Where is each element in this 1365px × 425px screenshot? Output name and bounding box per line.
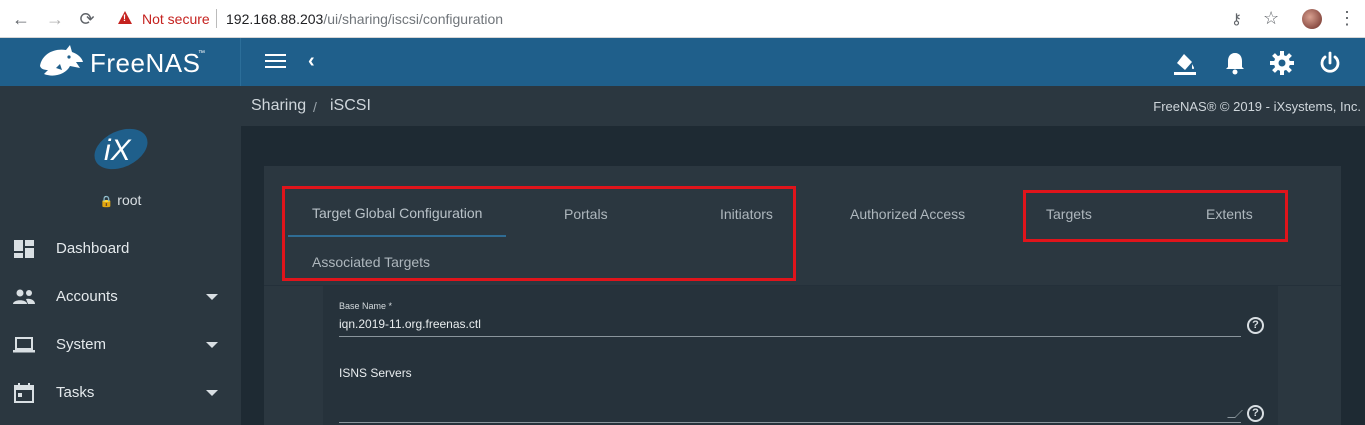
security-label[interactable]: Not secure (142, 11, 210, 27)
browser-toolbar: ← → ⟳ Not secure 192.168.88.203/ui/shari… (0, 0, 1365, 38)
power-icon[interactable] (1317, 50, 1343, 76)
isns-servers-textarea[interactable] (339, 422, 1241, 423)
address-bar[interactable]: 192.168.88.203/ui/sharing/iscsi/configur… (226, 11, 503, 27)
breadcrumb-separator: / (313, 99, 317, 115)
sidebar-item-label: Dashboard (56, 240, 130, 257)
help-icon[interactable]: ? (1247, 317, 1264, 334)
url-path: /ui/sharing/iscsi/configuration (323, 11, 504, 27)
profile-avatar[interactable] (1302, 9, 1322, 29)
sidebar: iX 🔒 root Dashboard Accounts System Task… (0, 86, 241, 425)
help-icon[interactable]: ? (1247, 405, 1264, 422)
url-separator (216, 9, 217, 28)
url-host: 192.168.88.203 (226, 11, 324, 27)
copyright-text: FreeNAS® © 2019 - iXsystems, Inc. (1153, 99, 1361, 114)
resize-handle[interactable] (1227, 410, 1243, 418)
laptop-icon (13, 337, 35, 353)
sidebar-item-accounts[interactable]: Accounts (0, 273, 241, 321)
back-arrow-icon[interactable]: ← (10, 8, 32, 30)
user-label[interactable]: 🔒 root (0, 192, 241, 208)
bell-icon[interactable] (1222, 50, 1248, 76)
sidebar-item-label: Tasks (56, 384, 95, 401)
caret-down-icon (206, 294, 218, 300)
shark-logo-icon (40, 45, 83, 76)
caret-down-icon (206, 390, 218, 396)
ixsystems-logo-icon: iX (94, 128, 148, 170)
calendar-icon (14, 383, 34, 403)
sidebar-item-label: Accounts (56, 288, 118, 305)
forward-arrow-icon[interactable]: → (44, 8, 66, 30)
chevron-left-icon[interactable]: ‹ (308, 50, 315, 73)
caret-down-icon (206, 342, 218, 348)
app-topbar: FreeNAS ™ ‹ (0, 38, 1365, 86)
base-name-underline (339, 336, 1241, 337)
warning-icon[interactable] (118, 11, 132, 24)
base-name-input[interactable]: iqn.2019-11.org.freenas.ctl (339, 317, 481, 331)
svg-text:iX: iX (104, 134, 132, 167)
more-vert-icon[interactable]: ⋮ (1338, 8, 1356, 29)
sidebar-item-label: System (56, 336, 107, 353)
breadcrumb-iscsi: iSCSI (330, 97, 371, 114)
key-icon[interactable]: ⚷ (1231, 10, 1242, 28)
breadcrumb: Sharing / iSCSI FreeNAS® © 2019 - iXsyst… (241, 86, 1365, 126)
gear-icon[interactable] (1269, 50, 1295, 76)
sidebar-item-tasks[interactable]: Tasks (0, 369, 241, 417)
global-config-form: Base Name * iqn.2019-11.org.freenas.ctl … (323, 286, 1278, 425)
dashboard-icon (14, 240, 34, 258)
logo-area[interactable]: FreeNAS ™ (0, 38, 241, 86)
sidebar-item-dashboard[interactable]: Dashboard (0, 225, 241, 273)
tab-authorized-access[interactable]: Authorized Access (850, 206, 965, 222)
paint-bucket-icon[interactable] (1172, 50, 1198, 76)
highlight-box (282, 186, 796, 281)
star-icon[interactable]: ☆ (1263, 8, 1279, 29)
sidebar-item-system[interactable]: System (0, 321, 241, 369)
menu-icon[interactable] (265, 54, 286, 70)
brand-name: FreeNAS (90, 48, 201, 78)
base-name-label: Base Name * (339, 301, 393, 311)
highlight-box (1023, 190, 1288, 242)
isns-servers-label: ISNS Servers (339, 366, 412, 380)
people-icon (13, 289, 35, 304)
reload-icon[interactable]: ⟳ (76, 8, 98, 30)
username: root (117, 192, 142, 208)
breadcrumb-sharing[interactable]: Sharing (251, 97, 306, 115)
lock-icon: 🔒 (99, 196, 114, 208)
brand-trademark: ™ (198, 50, 205, 57)
